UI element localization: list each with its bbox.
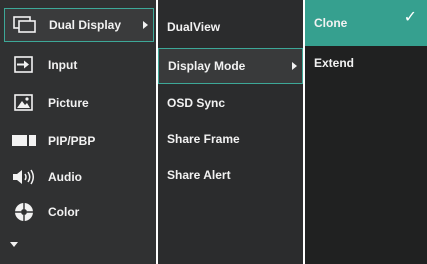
menu-item-picture[interactable]: Picture [4, 86, 156, 120]
osd-menu: Dual Display Input Picture PIP/PBP Audio… [0, 0, 427, 264]
menu-item-pip-pbp[interactable]: PIP/PBP [4, 124, 156, 158]
submenu-item-share-frame[interactable]: Share Frame [158, 122, 303, 156]
submenu-item-label: DualView [167, 20, 221, 34]
options-panel: Clone ✓ Extend [305, 0, 427, 264]
submenu-item-osd-sync[interactable]: OSD Sync [158, 86, 303, 120]
option-clone[interactable]: Clone ✓ [305, 0, 427, 46]
submenu-item-label: Display Mode [168, 59, 246, 73]
menu-item-label: Input [48, 58, 78, 72]
menu-item-dual-display[interactable]: Dual Display [4, 8, 154, 42]
input-icon [12, 55, 36, 75]
option-label: Clone [314, 16, 348, 30]
chevron-right-icon [292, 62, 297, 70]
submenu-item-label: OSD Sync [167, 96, 226, 110]
submenu-item-share-alert[interactable]: Share Alert [158, 158, 303, 192]
menu-item-audio[interactable]: Audio [4, 160, 156, 194]
menu-item-input[interactable]: Input [4, 48, 156, 82]
audio-icon [12, 167, 36, 187]
menu-item-label: Audio [48, 170, 82, 184]
menu-item-color[interactable]: Color [4, 195, 156, 229]
chevron-down-icon[interactable] [10, 242, 18, 247]
menu-item-label: Dual Display [49, 18, 122, 32]
menu-item-label: Color [48, 205, 80, 219]
checkmark-icon: ✓ [403, 9, 417, 26]
menu-item-label: PIP/PBP [48, 134, 96, 148]
menu-item-label: Picture [48, 96, 89, 110]
chevron-right-icon [143, 21, 148, 29]
submenu-item-label: Share Alert [167, 168, 231, 182]
submenu-panel: DualView Display Mode OSD Sync Share Fra… [158, 0, 303, 264]
color-icon [12, 202, 36, 222]
submenu-item-dualview[interactable]: DualView [158, 10, 303, 44]
dual-display-icon [13, 15, 37, 35]
submenu-item-label: Share Frame [167, 132, 240, 146]
option-extend[interactable]: Extend [305, 46, 427, 80]
pip-pbp-icon [12, 131, 36, 151]
main-menu-panel: Dual Display Input Picture PIP/PBP Audio… [0, 0, 156, 264]
option-label: Extend [314, 56, 355, 70]
submenu-item-display-mode[interactable]: Display Mode [158, 48, 303, 84]
picture-icon [12, 93, 36, 113]
